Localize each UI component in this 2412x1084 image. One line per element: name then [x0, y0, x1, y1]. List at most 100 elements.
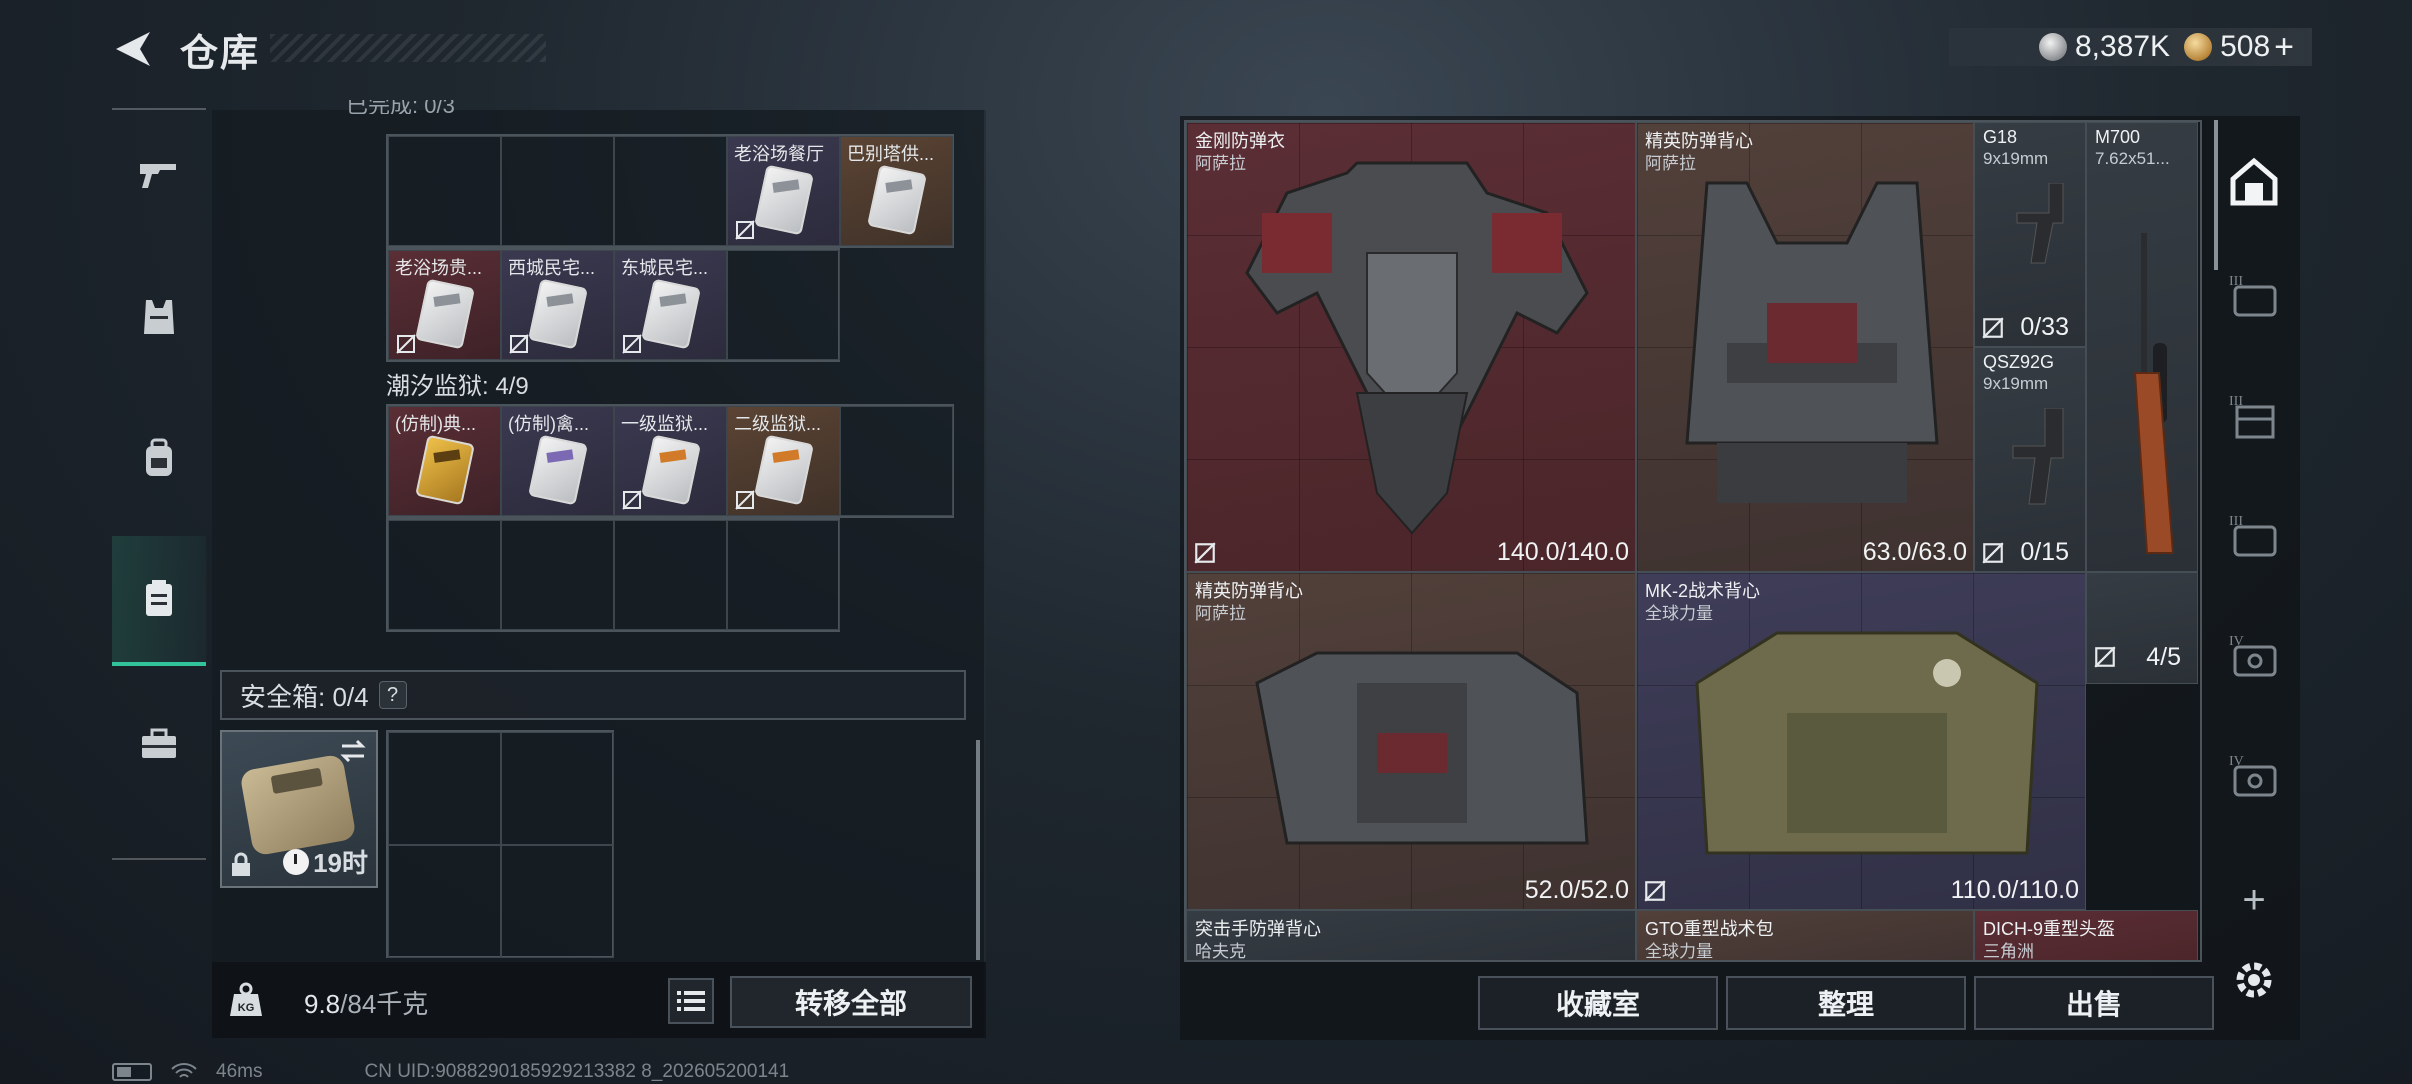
back-arrow-icon[interactable]: [110, 28, 158, 70]
gold-amount: 508: [2220, 30, 2271, 63]
elite-vest-image: [1255, 651, 1589, 845]
no-bind-icon: [1982, 317, 2004, 339]
list-view-button[interactable]: [668, 978, 714, 1024]
toolbox-icon: [142, 728, 176, 758]
tier3-case-icon: III: [2229, 274, 2277, 317]
pistol-image: [2016, 183, 2064, 264]
settings-gear-icon: [2236, 962, 2272, 998]
inventory-item[interactable]: GTO重型战术包 全球力量: [1636, 910, 1974, 960]
case-icon: [146, 580, 172, 616]
key-item[interactable]: (仿制)禽...: [501, 406, 614, 516]
weight-max: /84千克: [340, 989, 429, 1019]
sell-button[interactable]: 出售: [1974, 976, 2214, 1030]
left-footer: KG 9.8/84千克 转移全部: [212, 962, 986, 1038]
keycard-icon: [414, 278, 475, 349]
keycard-icon: [640, 434, 701, 505]
key-item[interactable]: 老浴场餐厅: [727, 136, 840, 246]
inventory-item[interactable]: G18 9x19mm 0/33: [1974, 122, 2086, 347]
storage-sidebar: III III III IV IV +: [2210, 116, 2300, 1040]
uid-readout: CN UID:9088290185929213382 8_20260520014…: [364, 1061, 790, 1082]
safe-box-item[interactable]: 19时: [220, 730, 378, 888]
inventory-item[interactable]: 精英防弹背心 阿萨拉 52.0/52.0: [1186, 572, 1636, 910]
key-item[interactable]: 一级监狱...: [614, 406, 727, 516]
left-scrollbar[interactable]: [976, 740, 980, 960]
empty-slot[interactable]: [727, 520, 840, 630]
empty-slot[interactable]: [388, 845, 501, 958]
no-bind-icon: [622, 490, 642, 510]
key-grid-row4: [386, 518, 840, 632]
inventory-item[interactable]: 突击手防弹背心 哈夫克: [1186, 910, 1636, 960]
empty-slot[interactable]: [840, 406, 953, 516]
transfer-all-button[interactable]: 转移全部: [730, 976, 972, 1028]
storage-tab-tier3-a[interactable]: III: [2224, 266, 2284, 326]
battery-icon: [112, 1063, 152, 1081]
no-bind-icon: [1644, 880, 1666, 902]
empty-slot[interactable]: [614, 520, 727, 630]
durability: 63.0/63.0: [1862, 538, 1967, 566]
empty-slot[interactable]: [501, 845, 614, 958]
storage-tab-tier4-b[interactable]: IV: [2224, 746, 2284, 806]
category-toolbox[interactable]: [112, 678, 206, 808]
category-sidebar: [112, 108, 206, 860]
keycard-icon: [414, 434, 475, 505]
silver-coin-icon: [2038, 33, 2067, 61]
right-scrollbar[interactable]: [2214, 120, 2218, 270]
safe-box-label: 安全箱: 0/4: [240, 681, 369, 712]
safe-box-grid: [386, 730, 614, 958]
add-storage-button[interactable]: +: [2224, 870, 2284, 930]
category-armor[interactable]: [112, 252, 206, 382]
collection-room-button[interactable]: 收藏室: [1478, 976, 1718, 1030]
empty-slot[interactable]: [614, 136, 727, 246]
item-subtitle: 阿萨拉: [1645, 154, 1696, 173]
keycard-icon: [866, 164, 927, 235]
gold-coin-icon: [2184, 33, 2213, 61]
key-item[interactable]: 老浴场贵...: [388, 250, 501, 360]
key-item[interactable]: 二级监狱...: [727, 406, 840, 516]
durability: 140.0/140.0: [1496, 538, 1629, 566]
category-weapons[interactable]: [112, 110, 206, 240]
status-bar: 46ms CN UID:9088290185929213382 8_202605…: [112, 1060, 789, 1084]
pistol-image: [2012, 408, 2064, 505]
inventory-item[interactable]: 精英防弹背心 阿萨拉 63.0/63.0: [1636, 122, 1974, 572]
category-backpack[interactable]: [112, 394, 206, 524]
key-label: 东城民宅...: [621, 258, 709, 278]
key-item[interactable]: 巴别塔供...: [840, 136, 953, 246]
settings-button[interactable]: [2224, 950, 2284, 1010]
sort-button[interactable]: 整理: [1726, 976, 1966, 1030]
warehouse-icon: [2230, 157, 2278, 206]
item-subtitle: 9x19mm: [1983, 149, 2049, 168]
empty-slot[interactable]: [501, 732, 614, 845]
swap-icon[interactable]: [338, 738, 368, 764]
empty-slot[interactable]: [388, 520, 501, 630]
empty-slot[interactable]: [727, 250, 840, 360]
help-button[interactable]: ?: [378, 681, 407, 709]
inventory-item[interactable]: 金刚防弹衣 阿萨拉 140.0/140.0: [1186, 122, 1636, 572]
inventory-item[interactable]: QSZ92G 9x19mm 0/15: [1974, 347, 2086, 572]
category-containers[interactable]: [112, 536, 206, 666]
inventory-item[interactable]: MK-2战术背心 全球力量 110.0/110.0: [1636, 572, 2086, 910]
elite-vest-image: [1685, 181, 1939, 503]
key-item[interactable]: 西城民宅...: [501, 250, 614, 360]
add-currency-button[interactable]: +: [2274, 28, 2294, 67]
item-subtitle: 全球力量: [1645, 604, 1713, 623]
no-bind-icon: [396, 334, 416, 354]
inventory-item[interactable]: DICH-9重型头盔 三角洲: [1974, 910, 2198, 960]
empty-slot[interactable]: [501, 136, 614, 246]
key-item[interactable]: (仿制)典...: [388, 406, 501, 516]
section-label-prison: 潮汐监狱: 4/9: [386, 373, 529, 400]
empty-slot[interactable]: [388, 136, 501, 246]
storage-tab-tier3-c[interactable]: III: [2224, 506, 2284, 566]
backpack-icon: [146, 438, 172, 476]
no-bind-icon: [2094, 646, 2116, 668]
storage-tab-tier4-a[interactable]: IV: [2224, 626, 2284, 686]
key-item[interactable]: 东城民宅...: [614, 250, 727, 360]
inventory-item[interactable]: M700 7.62x51...: [2086, 122, 2198, 572]
storage-tab-warehouse[interactable]: [2224, 152, 2284, 212]
empty-slot[interactable]: [388, 732, 501, 845]
empty-slot[interactable]: [501, 520, 614, 630]
durability: 52.0/52.0: [1524, 876, 1629, 904]
currency-bar: 8,387K 508 +: [1948, 28, 2312, 67]
title-decoration: [270, 34, 546, 62]
storage-tab-tier3-b[interactable]: III: [2224, 386, 2284, 446]
inventory-item[interactable]: 4/5: [2086, 572, 2198, 684]
